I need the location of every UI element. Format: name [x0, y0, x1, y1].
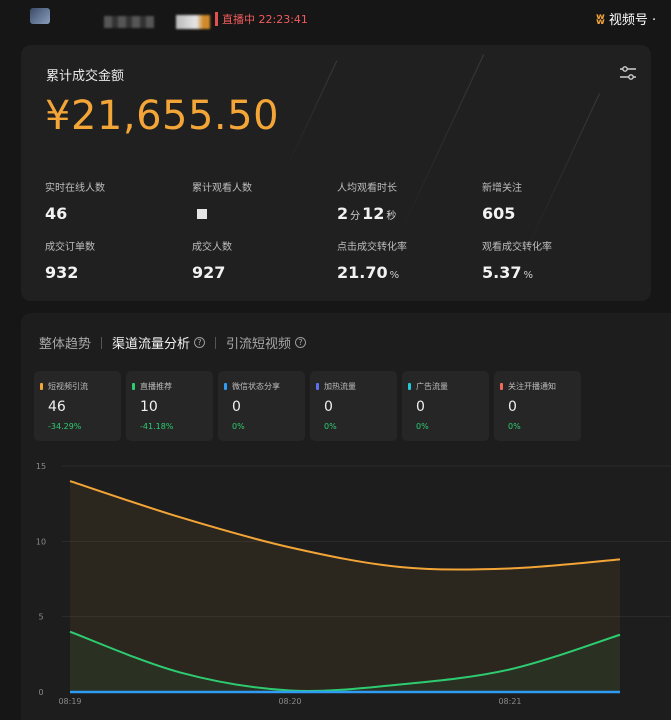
live-dashboard: 直播中 22:23:41 ʬ 视频号 · 累计成交金额 ¥21,655.50 实… [0, 0, 671, 720]
channel-traffic-chart: 0 5 10 15 08:19 08:20 08:21 [36, 462, 671, 706]
x-tick-label: 08:20 [278, 697, 301, 706]
y-tick-label: 5 [38, 613, 43, 622]
x-tick-label: 08:21 [498, 697, 521, 706]
y-tick-label: 0 [38, 688, 43, 697]
x-tick-label: 08:19 [58, 697, 81, 706]
y-tick-label: 10 [36, 537, 46, 546]
series-area-short_video [70, 481, 620, 692]
y-tick-label: 15 [36, 462, 46, 471]
